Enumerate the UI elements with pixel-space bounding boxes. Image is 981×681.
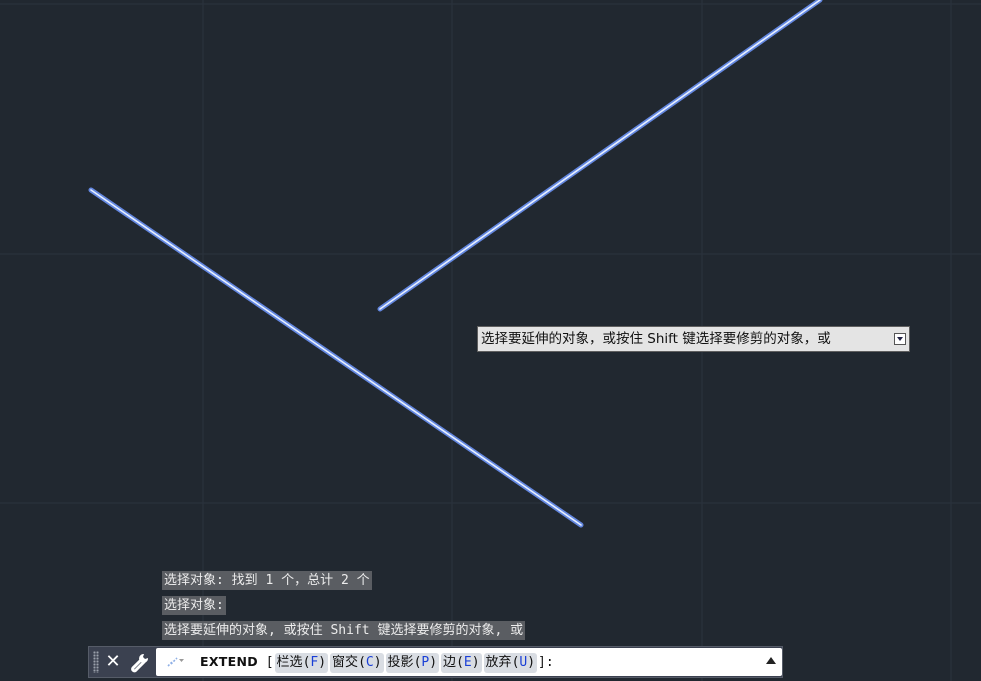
history-line: 选择对象: 找到 1 个，总计 2 个 bbox=[162, 571, 372, 590]
option-crossing[interactable]: 窗交(C) bbox=[330, 653, 384, 673]
option-undo[interactable]: 放弃(U) bbox=[483, 653, 538, 673]
option-label: 窗交 bbox=[332, 655, 359, 670]
option-label: 投影 bbox=[387, 655, 414, 670]
option-edge[interactable]: 边(E) bbox=[441, 653, 482, 673]
expand-down-icon[interactable] bbox=[894, 333, 906, 345]
drag-handle[interactable] bbox=[93, 651, 99, 673]
option-label: 放弃 bbox=[485, 655, 512, 670]
tooltip-text: 选择要延伸的对象，或按住 Shift 键选择要修剪的对象，或 bbox=[481, 331, 831, 347]
command-line-bar: ✕ EXTEND [栏选(F) 窗交(C) 投影(P) 边(E) 放弃(U)]: bbox=[88, 646, 783, 678]
history-line: 选择要延伸的对象, 或按住 Shift 键选择要修剪的对象, 或 bbox=[162, 621, 526, 640]
command-input[interactable]: EXTEND [栏选(F) 窗交(C) 投影(P) 边(E) 放弃(U)]: bbox=[156, 648, 782, 676]
option-key: F bbox=[310, 655, 319, 670]
option-key: U bbox=[519, 655, 528, 670]
option-project[interactable]: 投影(P) bbox=[385, 653, 440, 673]
caret-up-icon[interactable] bbox=[766, 657, 776, 664]
option-key: E bbox=[463, 655, 472, 670]
option-key: P bbox=[421, 655, 430, 670]
option-key: C bbox=[365, 655, 374, 670]
selected-line-2[interactable] bbox=[88, 187, 584, 528]
close-bracket: ]: bbox=[538, 655, 554, 670]
option-label: 栏选 bbox=[276, 655, 303, 670]
command-name: EXTEND bbox=[200, 654, 258, 669]
close-icon[interactable]: ✕ bbox=[103, 649, 123, 675]
history-line: 选择对象: bbox=[162, 596, 226, 615]
dynamic-input-tooltip: 选择要延伸的对象，或按住 Shift 键选择要修剪的对象，或 bbox=[477, 326, 910, 352]
option-label: 边 bbox=[443, 655, 457, 670]
command-options-icon[interactable] bbox=[164, 652, 192, 672]
selected-line-1[interactable] bbox=[377, 0, 823, 312]
wrench-icon[interactable] bbox=[129, 651, 151, 673]
option-fence[interactable]: 栏选(F) bbox=[274, 653, 329, 673]
command-prompt: EXTEND [栏选(F) 窗交(C) 投影(P) 边(E) 放弃(U)]: bbox=[200, 648, 554, 676]
open-bracket: [ bbox=[265, 655, 274, 670]
